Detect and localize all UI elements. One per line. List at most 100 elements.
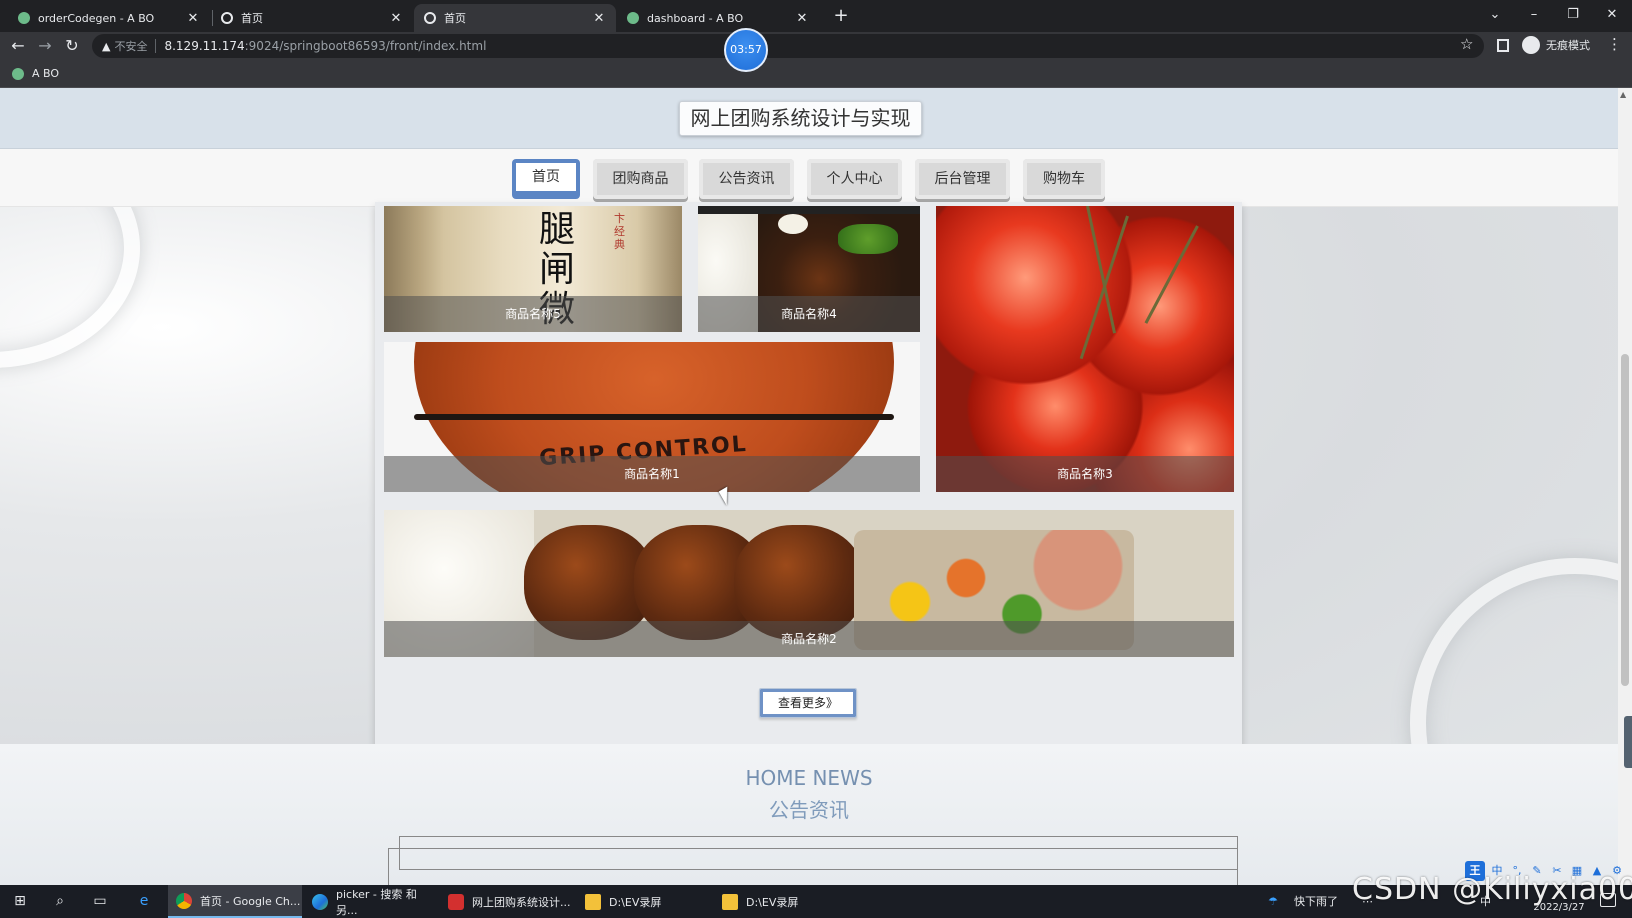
back-icon[interactable]: ← (7, 35, 29, 57)
reload-icon[interactable]: ↻ (61, 35, 83, 57)
product-card-1[interactable]: GRIP CONTROL 商品名称1 (384, 342, 920, 492)
food-image (838, 224, 898, 254)
close-icon[interactable]: ✕ (592, 11, 606, 26)
product-card-2[interactable]: 商品名称2 (384, 510, 1234, 657)
wps-icon (448, 893, 464, 910)
bookmarks-bar: A BO (0, 60, 1632, 88)
tab-strip: orderCodegen - A BO ✕ 首页 ✕ 首页 ✕ dashboar… (0, 0, 1632, 32)
site-title: 网上团购系统设计与实现 (679, 101, 922, 136)
incognito-badge[interactable]: 无痕模式 (1522, 36, 1590, 54)
taskbar-app-folder-1[interactable]: D:\EV录屏 (577, 885, 711, 918)
folder-icon (722, 893, 738, 910)
close-window-button[interactable]: ✕ (1594, 4, 1630, 26)
product-name: 商品名称1 (384, 456, 920, 492)
bookmark-star-icon[interactable]: ☆ (1460, 35, 1473, 53)
side-widget-tab[interactable] (1624, 716, 1632, 768)
incognito-label: 无痕模式 (1546, 39, 1590, 52)
globe-icon (424, 12, 436, 24)
page-viewport: 网上团购系统设计与实现 首页 团购商品 公告资讯 个人中心 后台管理 购物车 腿… (0, 88, 1618, 885)
product-gallery: 腿闸微 卞经典 商品名称5 商品名称4 商品名称3 GRIP CONTROL 商… (375, 202, 1242, 763)
recording-timer[interactable]: 03:57 (724, 28, 768, 72)
browser-tab-4[interactable]: dashboard - A BO ✕ (617, 4, 819, 32)
task-view-icon[interactable]: ▭ (80, 885, 120, 918)
taskbar-app-chrome[interactable]: 首页 - Google Ch... (168, 885, 302, 918)
nav-personal-center[interactable]: 个人中心 (807, 159, 902, 199)
product-name: 商品名称4 (698, 296, 920, 332)
edge-icon (312, 893, 328, 910)
close-icon[interactable]: ✕ (186, 11, 200, 26)
side-panel-icon[interactable] (1497, 39, 1509, 52)
taskbar-app-wps[interactable]: 网上团购系统设计... (440, 885, 574, 918)
scroll-up-arrow-icon[interactable]: ▲ (1620, 90, 1626, 99)
globe-icon (221, 12, 233, 24)
close-icon[interactable]: ✕ (389, 11, 403, 26)
taskbar-app-label: 网上团购系统设计... (472, 895, 571, 909)
nav-home[interactable]: 首页 (512, 159, 580, 199)
tab-title: orderCodegen - A BO (38, 11, 155, 25)
news-heading-cn: 公告资讯 (769, 798, 849, 822)
tab-title: 首页 (241, 12, 263, 25)
cherry-stem (1144, 225, 1199, 324)
app-icon (18, 12, 30, 24)
browser-tab-1[interactable]: orderCodegen - A BO ✕ (8, 4, 210, 32)
food-image (778, 214, 808, 234)
app-icon (627, 12, 639, 24)
ie-icon[interactable]: e (124, 885, 164, 918)
minimize-button[interactable]: – (1516, 4, 1552, 26)
taskbar-app-label: D:\EV录屏 (746, 895, 799, 909)
weather-icon[interactable]: ☂ (1268, 885, 1278, 918)
bookmark-label: A BO (32, 67, 60, 80)
omnibox-divider (155, 39, 157, 53)
bookmark-item[interactable]: A BO (12, 67, 59, 80)
folder-icon (585, 893, 601, 910)
view-more-button[interactable]: 查看更多》 (759, 688, 857, 718)
taskbar-app-label: D:\EV录屏 (609, 895, 662, 909)
weather-text[interactable]: 快下雨了 (1294, 885, 1338, 918)
url-host: 8.129.11.174 (164, 39, 245, 53)
product-name: 商品名称5 (384, 296, 682, 332)
tab-search-icon[interactable]: ⌄ (1477, 4, 1513, 26)
taskbar-app-folder-2[interactable]: D:\EV录屏 (714, 885, 848, 918)
nav-group-products[interactable]: 团购商品 (593, 159, 688, 199)
address-bar[interactable]: ▲ 不安全 8.129.11.174:9024/springboot86593/… (92, 34, 1484, 58)
tab-title: 首页 (444, 12, 466, 25)
url-path: :9024/springboot86593/front/index.html (244, 39, 487, 53)
close-icon[interactable]: ✕ (795, 11, 809, 26)
security-label: 不安全 (114, 40, 148, 53)
search-icon[interactable]: ⌕ (40, 885, 80, 918)
site-nav: 首页 团购商品 公告资讯 个人中心 后台管理 购物车 (0, 149, 1618, 207)
book-stamp-text: 卞经典 (614, 212, 625, 251)
incognito-icon (1522, 36, 1540, 54)
nav-admin[interactable]: 后台管理 (915, 159, 1010, 199)
windows-start-icon[interactable]: ⊞ (0, 885, 40, 918)
browser-tab-3-active[interactable]: 首页 ✕ (414, 4, 616, 32)
cherry-stem (1079, 215, 1129, 360)
taskbar-app-label: 首页 - Google Ch... (200, 894, 301, 908)
nav-cart[interactable]: 购物车 (1023, 159, 1105, 199)
news-list-box (388, 848, 1238, 885)
scroll-thumb[interactable] (1621, 354, 1629, 686)
chrome-icon (176, 892, 192, 909)
warning-icon: ▲ (102, 39, 111, 53)
csdn-watermark: CSDN @Kiliyxia001 (1352, 872, 1632, 907)
new-tab-button[interactable]: + (829, 6, 853, 28)
app-icon (12, 67, 24, 80)
browser-toolbar: ← → ↻ ▲ 不安全 8.129.11.174:9024/springboot… (0, 32, 1632, 60)
browser-tab-2[interactable]: 首页 ✕ (211, 4, 413, 32)
product-card-3[interactable]: 商品名称3 (936, 206, 1234, 492)
site-header: 网上团购系统设计与实现 (0, 88, 1618, 149)
nav-announcements[interactable]: 公告资讯 (699, 159, 794, 199)
taskbar-app-edge[interactable]: picker - 搜索 和另... (304, 885, 438, 918)
taskbar-app-label: picker - 搜索 和另... (336, 887, 417, 917)
tab-title: dashboard - A BO (647, 11, 744, 25)
product-name: 商品名称3 (936, 456, 1234, 492)
basketball-image (414, 414, 894, 420)
news-section: HOME NEWS 公告资讯 (0, 744, 1618, 885)
product-name: 商品名称2 (384, 621, 1234, 657)
product-card-5[interactable]: 腿闸微 卞经典 商品名称5 (384, 206, 682, 332)
more-menu-icon[interactable]: ⋮ (1607, 35, 1622, 53)
news-heading-en: HOME NEWS (745, 766, 873, 790)
product-card-4[interactable]: 商品名称4 (698, 206, 920, 332)
forward-icon[interactable]: → (34, 35, 56, 57)
restore-button[interactable]: ❐ (1555, 4, 1591, 26)
